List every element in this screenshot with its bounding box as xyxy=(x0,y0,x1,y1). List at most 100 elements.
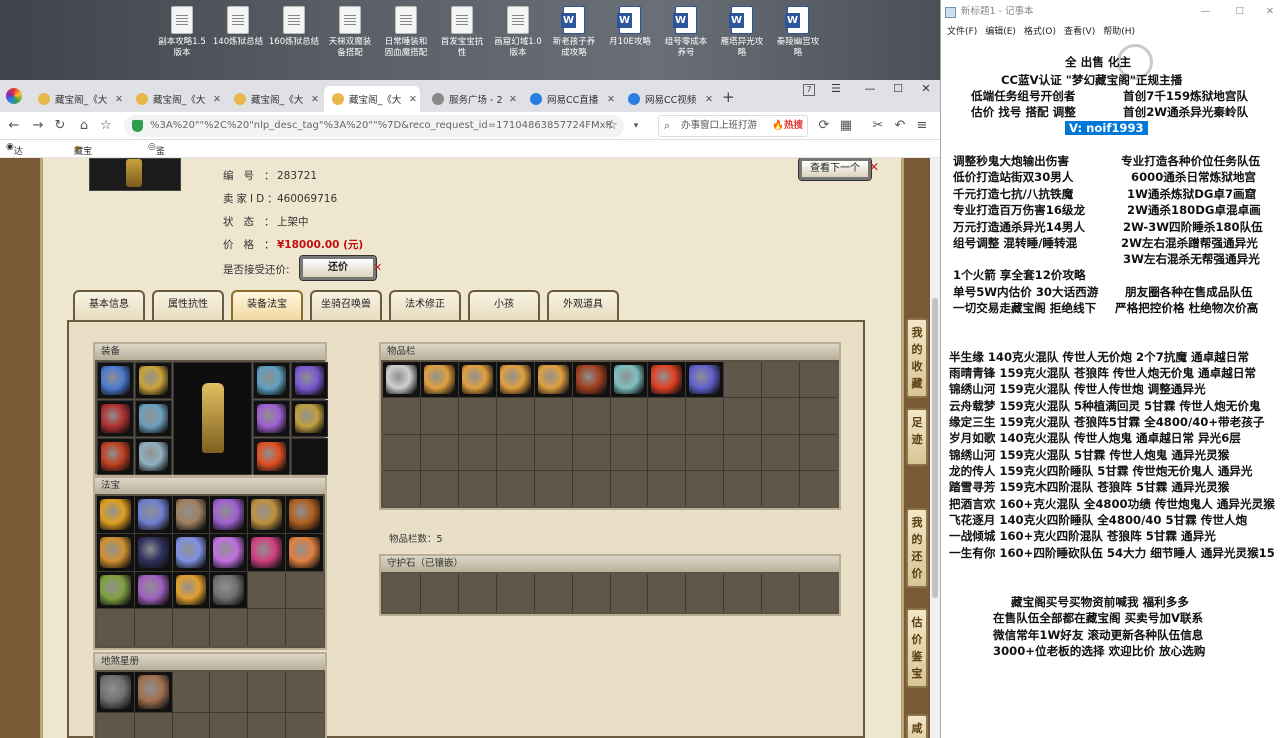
close-x-icon[interactable]: ✕ xyxy=(869,160,879,174)
scrollbar-thumb[interactable] xyxy=(932,298,938,598)
desktop-icon[interactable]: 日常睡装和 固血魔搭配 xyxy=(376,6,436,59)
fabao-slot[interactable] xyxy=(134,533,172,571)
game-tab[interactable]: 法术修正 xyxy=(389,290,461,320)
side-button[interactable]: 我的还价 xyxy=(906,508,928,588)
tab-close-icon[interactable]: ✕ xyxy=(308,94,322,105)
side-button[interactable]: 我的收藏 xyxy=(906,318,928,398)
scissors-icon[interactable]: ✂ xyxy=(868,116,888,136)
equipment-slot[interactable] xyxy=(97,362,134,399)
guard-stone-slot[interactable] xyxy=(572,574,610,612)
tab-close-icon[interactable]: ✕ xyxy=(604,94,618,105)
desktop-icon[interactable]: 140炼狱总结 xyxy=(208,6,268,48)
apps-icon[interactable]: ▦ xyxy=(836,116,856,136)
equipment-slot[interactable] xyxy=(291,400,328,437)
tab-close-icon[interactable]: ✕ xyxy=(406,94,420,105)
map-slot[interactable] xyxy=(172,712,210,738)
guard-stone-slot[interactable] xyxy=(534,574,572,612)
map-slot[interactable] xyxy=(172,672,210,712)
desktop-icon[interactable]: W 月10E攻略 xyxy=(600,6,660,48)
notepad-menu-item[interactable]: 文件(F) xyxy=(947,27,977,37)
notepad-close-icon[interactable]: ✕ xyxy=(1266,0,1274,24)
desktop-icon[interactable]: 画窟幻域1.0 版本 xyxy=(488,6,548,59)
side-button[interactable]: 咸 xyxy=(906,714,928,738)
minimize-icon[interactable]: — xyxy=(856,80,884,100)
equipment-slot[interactable] xyxy=(97,438,134,475)
map-slot[interactable] xyxy=(210,712,248,738)
inventory-slot[interactable] xyxy=(800,398,837,434)
guard-stone-slot[interactable] xyxy=(648,574,686,612)
game-tab[interactable]: 外观道具 xyxy=(547,290,619,320)
back-icon[interactable]: ← xyxy=(4,116,24,136)
map-slot[interactable] xyxy=(248,712,286,738)
inventory-slot[interactable] xyxy=(648,470,686,506)
map-slot[interactable] xyxy=(210,672,248,712)
dropdown-icon[interactable]: ▾ xyxy=(626,116,646,136)
desktop-icon[interactable]: W 秦陵幽宫攻 略 xyxy=(768,6,828,59)
inventory-slot[interactable] xyxy=(686,434,724,470)
game-tab[interactable]: 小孩 xyxy=(468,290,540,320)
game-tab[interactable]: 装备法宝 xyxy=(231,290,303,320)
more-icon[interactable]: ≡ xyxy=(912,116,932,136)
fabao-slot[interactable] xyxy=(248,609,286,646)
inventory-slot[interactable] xyxy=(762,362,800,398)
inventory-slot[interactable] xyxy=(800,362,837,398)
equipment-slot[interactable] xyxy=(253,438,290,475)
inventory-slot[interactable] xyxy=(610,398,648,434)
inventory-slot[interactable] xyxy=(420,434,458,470)
star-icon[interactable]: ☆ xyxy=(602,116,622,136)
fabao-slot[interactable] xyxy=(210,571,248,609)
map-slot[interactable] xyxy=(134,672,172,712)
inventory-slot[interactable] xyxy=(458,434,496,470)
inventory-slot[interactable] xyxy=(762,470,800,506)
browser-logo-icon[interactable] xyxy=(6,88,22,104)
extension-badge[interactable]: 7 xyxy=(803,84,815,96)
inventory-slot[interactable] xyxy=(610,470,648,506)
fabao-slot[interactable] xyxy=(134,609,172,646)
equipment-slot[interactable] xyxy=(291,362,328,399)
inventory-slot[interactable] xyxy=(534,470,572,506)
inventory-slot[interactable] xyxy=(648,398,686,434)
inventory-slot[interactable] xyxy=(572,362,610,398)
game-tab[interactable]: 基本信息 xyxy=(73,290,145,320)
bargain-close-icon[interactable]: ✕ xyxy=(373,261,382,274)
maximize-icon[interactable]: ☐ xyxy=(884,80,912,100)
fabao-slot[interactable] xyxy=(286,571,323,609)
inventory-slot[interactable] xyxy=(686,398,724,434)
notepad-menu-item[interactable]: 帮助(H) xyxy=(1103,27,1135,37)
inventory-slot[interactable] xyxy=(572,434,610,470)
home-icon[interactable]: ⌂ xyxy=(74,116,94,136)
browser-tab[interactable]: 藏宝阁_《大 ✕ xyxy=(324,86,420,112)
inventory-slot[interactable] xyxy=(458,362,496,398)
notepad-menu-item[interactable]: 编辑(E) xyxy=(985,27,1016,37)
inventory-slot[interactable] xyxy=(724,434,762,470)
search-input[interactable]: ⌕ 办事窗口上班打游 🔥热搜 xyxy=(658,115,808,137)
fabao-slot[interactable] xyxy=(134,496,172,533)
guard-stone-slot[interactable] xyxy=(458,574,496,612)
inventory-slot[interactable] xyxy=(458,398,496,434)
browser-tab[interactable]: 藏宝阁_《大 ✕ xyxy=(128,86,224,112)
hot-search-badge[interactable]: 🔥热搜 xyxy=(772,116,803,136)
browser-tab[interactable]: 服务广场 - 2 ✕ xyxy=(424,86,520,112)
browser-tab[interactable]: 藏宝阁_《大 ✕ xyxy=(226,86,322,112)
guard-stone-slot[interactable] xyxy=(496,574,534,612)
notepad-minimize-icon[interactable]: — xyxy=(1201,0,1211,24)
fabao-slot[interactable] xyxy=(97,571,134,609)
desktop-icon[interactable]: 副本攻略1.5 版本 xyxy=(152,6,212,59)
inventory-slot[interactable] xyxy=(420,362,458,398)
fabao-slot[interactable] xyxy=(97,609,134,646)
game-tab[interactable]: 属性抗性 xyxy=(152,290,224,320)
tab-close-icon[interactable]: ✕ xyxy=(210,94,224,105)
tab-close-icon[interactable]: ✕ xyxy=(702,94,716,105)
inventory-slot[interactable] xyxy=(458,470,496,506)
fabao-slot[interactable] xyxy=(210,496,248,533)
game-tab[interactable]: 坐骑召唤兽 xyxy=(310,290,382,320)
map-slot[interactable] xyxy=(97,672,134,712)
desktop-icon[interactable]: 首发宝宝抗 性 xyxy=(432,6,492,59)
desktop-icon[interactable]: W 雁塔异光攻 略 xyxy=(712,6,772,59)
desktop-icon[interactable]: W 新老孩子养 成攻略 xyxy=(544,6,604,59)
guard-stone-slot[interactable] xyxy=(762,574,800,612)
inventory-slot[interactable] xyxy=(762,398,800,434)
notepad-menu-item[interactable]: 格式(O) xyxy=(1024,27,1056,37)
fabao-slot[interactable] xyxy=(286,609,323,646)
bookmark-1[interactable]: ◉ 达人后台系 xyxy=(6,142,23,209)
